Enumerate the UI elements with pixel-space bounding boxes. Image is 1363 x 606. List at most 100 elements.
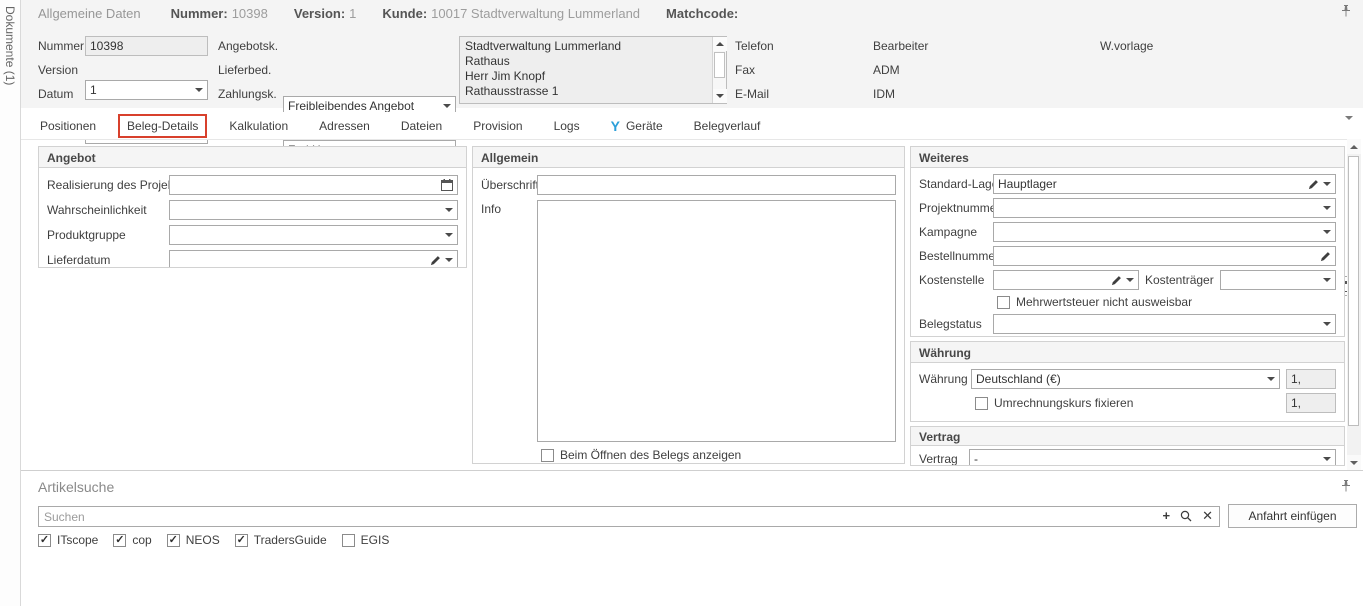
- dokumente-dock-label[interactable]: Dokumente (1): [3, 6, 17, 85]
- vertrag-panel-title: Vertrag: [911, 427, 1344, 446]
- chevron-down-icon[interactable]: [1323, 182, 1331, 186]
- tab-kalkulation[interactable]: Kalkulation: [220, 114, 297, 138]
- vertrag-dropdown[interactable]: -: [969, 449, 1336, 466]
- kostenstelle-dropdown[interactable]: [993, 270, 1139, 290]
- pencil-icon[interactable]: [1320, 251, 1331, 262]
- standard-lager-label: Standard-Lager: [919, 177, 993, 191]
- address-scrollbar[interactable]: [712, 37, 726, 103]
- article-search-input[interactable]: [38, 506, 1220, 527]
- tab-positionen[interactable]: Positionen: [31, 114, 105, 138]
- pencil-icon[interactable]: [1308, 179, 1319, 190]
- pencil-icon[interactable]: [1111, 275, 1122, 286]
- scroll-up-icon[interactable]: [1347, 139, 1361, 154]
- calendar-icon[interactable]: [441, 179, 453, 191]
- scrollbar-thumb[interactable]: [714, 52, 725, 78]
- chevron-down-icon[interactable]: [1323, 322, 1331, 326]
- kurs-fix-field: 1,: [1286, 393, 1336, 413]
- allgemein-panel: Allgemein Überschrift Info Beim Öffnen d…: [472, 146, 905, 464]
- info-textarea[interactable]: [537, 200, 896, 442]
- pin-icon[interactable]: [1341, 5, 1351, 20]
- pin-icon[interactable]: [1341, 480, 1351, 495]
- scroll-down-icon[interactable]: [713, 89, 727, 103]
- artikelsuche-title: Artikelsuche: [38, 479, 114, 495]
- add-icon[interactable]: +: [1163, 509, 1171, 522]
- bearbeiter-label: Bearbeiter: [873, 39, 928, 53]
- search-icon[interactable]: [1180, 510, 1192, 522]
- projektnummer-label: Projektnummer: [919, 201, 993, 215]
- kampagne-dropdown[interactable]: [993, 222, 1336, 242]
- geraete-y-icon: Y: [611, 120, 620, 132]
- itscope-checkbox[interactable]: [38, 534, 51, 547]
- chevron-down-icon[interactable]: [1267, 377, 1275, 381]
- waehrung-dropdown[interactable]: Deutschland (€): [971, 369, 1280, 389]
- cop-checkbox[interactable]: [113, 534, 126, 547]
- pencil-icon[interactable]: [430, 255, 441, 266]
- main-scrollbar[interactable]: [1347, 139, 1361, 470]
- chevron-down-icon[interactable]: [1126, 278, 1134, 282]
- produktgruppe-dropdown[interactable]: [169, 225, 458, 245]
- allgemein-panel-title: Allgemein: [473, 147, 904, 168]
- chevron-down-icon[interactable]: [445, 208, 453, 212]
- itscope-checkbox-label: ITscope: [57, 533, 98, 547]
- open-on-open-checkbox-label: Beim Öffnen des Belegs anzeigen: [560, 448, 741, 462]
- lieferbed-label: Lieferbed.: [218, 63, 271, 77]
- kostentraeger-label: Kostenträger: [1145, 273, 1214, 287]
- wahrscheinlichkeit-dropdown[interactable]: [169, 200, 458, 220]
- tradersguide-checkbox[interactable]: [235, 534, 248, 547]
- tab-dateien[interactable]: Dateien: [392, 114, 451, 138]
- tab-geraete[interactable]: YGeräte: [602, 114, 672, 138]
- tab-logs[interactable]: Logs: [545, 114, 589, 138]
- tab-beleg-details[interactable]: Beleg-Details: [118, 114, 207, 138]
- anfahrt-einfuegen-button[interactable]: Anfahrt einfügen: [1228, 504, 1357, 528]
- lieferdatum-label: Lieferdatum: [47, 253, 169, 267]
- chevron-down-icon[interactable]: [445, 233, 453, 237]
- tab-provision[interactable]: Provision: [464, 114, 531, 138]
- scrollbar-thumb[interactable]: [1348, 156, 1359, 426]
- wvorlage-label: W.vorlage: [1100, 39, 1153, 53]
- belegstatus-dropdown[interactable]: [993, 314, 1336, 334]
- umrechnungskurs-checkbox[interactable]: [975, 397, 988, 410]
- belegstatus-label: Belegstatus: [919, 317, 993, 331]
- chevron-down-icon[interactable]: [445, 258, 453, 262]
- search-source-filters: ITscope cop NEOS TradersGuide EGIS: [38, 533, 389, 547]
- customer-address-box[interactable]: Stadtverwaltung Lummerland Rathaus Herr …: [459, 36, 727, 104]
- app-window: Dokumente (1) Allgemeine Daten Nummer:10…: [0, 0, 1363, 606]
- version-dropdown[interactable]: 1: [85, 80, 208, 100]
- chevron-down-icon[interactable]: [1323, 457, 1331, 461]
- chevron-down-icon[interactable]: [195, 88, 203, 92]
- realisierung-label: Realisierung des Projekts: [47, 178, 169, 192]
- mwst-checkbox-label: Mehrwertsteuer nicht ausweisbar: [1016, 295, 1192, 309]
- chevron-down-icon[interactable]: [1323, 206, 1331, 210]
- info-label: Info: [481, 202, 537, 216]
- egis-checkbox[interactable]: [342, 534, 355, 547]
- chevron-down-icon[interactable]: [1323, 278, 1331, 282]
- cop-checkbox-label: cop: [132, 533, 151, 547]
- scroll-down-icon[interactable]: [1347, 455, 1361, 470]
- neos-checkbox[interactable]: [167, 534, 180, 547]
- tab-overflow-chevron-icon[interactable]: [1345, 120, 1353, 134]
- mwst-checkbox[interactable]: [997, 296, 1010, 309]
- angebotsk-label: Angebotsk.: [218, 39, 278, 53]
- nummer-title-label: Nummer:: [171, 6, 228, 21]
- projektnummer-dropdown[interactable]: [993, 198, 1336, 218]
- telefon-label: Telefon: [735, 39, 774, 53]
- kostentraeger-dropdown[interactable]: [1220, 270, 1336, 290]
- realisierung-field[interactable]: [169, 175, 458, 195]
- vertrag-panel: Vertrag Vertrag -: [910, 426, 1345, 466]
- chevron-down-icon[interactable]: [1323, 230, 1331, 234]
- standard-lager-dropdown[interactable]: Hauptlager: [993, 174, 1336, 194]
- produktgruppe-label: Produktgruppe: [47, 228, 169, 242]
- ueberschrift-input[interactable]: [537, 175, 896, 195]
- lieferdatum-field[interactable]: [169, 250, 458, 268]
- tab-belegverlauf[interactable]: Belegverlauf: [685, 114, 770, 138]
- close-icon[interactable]: ✕: [1202, 509, 1213, 522]
- chevron-down-icon[interactable]: [443, 104, 451, 108]
- dokumente-dock-strip[interactable]: Dokumente (1): [0, 0, 21, 606]
- open-on-open-checkbox[interactable]: [541, 449, 554, 462]
- scroll-up-icon[interactable]: [713, 37, 727, 51]
- kunde-title-label: Kunde:: [382, 6, 427, 21]
- page-title: Allgemeine Daten: [38, 6, 141, 21]
- tab-adressen[interactable]: Adressen: [310, 114, 379, 138]
- tab-bar: Positionen Beleg-Details Kalkulation Adr…: [21, 112, 1363, 139]
- bestellnummer-input[interactable]: [993, 246, 1336, 266]
